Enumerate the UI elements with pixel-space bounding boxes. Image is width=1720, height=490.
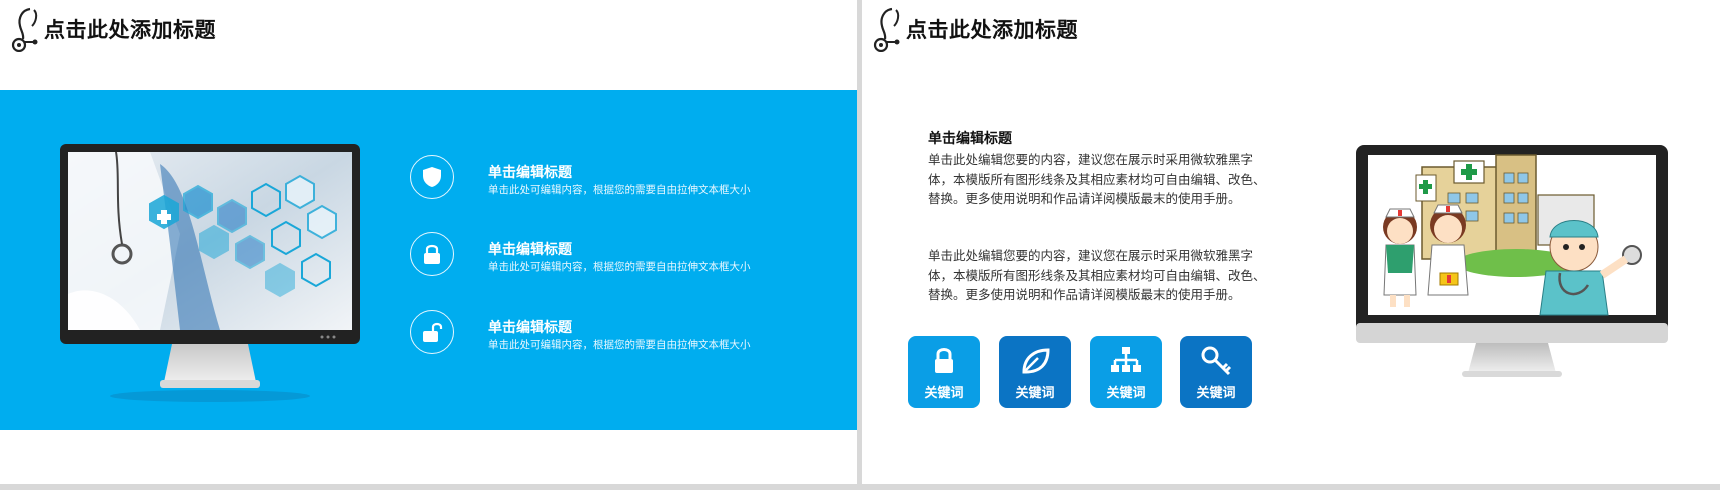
slide-right: 点击此处添加标题 单击编辑标题 单击此处编辑您要的内容，建议您在展示时采用微软雅… [862, 0, 1720, 484]
key-icon [1201, 346, 1232, 376]
lock-icon [935, 348, 953, 373]
stethoscope-icon [873, 7, 900, 52]
keyword-label: 关键词 [1196, 386, 1236, 401]
keyword-label: 关键词 [1106, 386, 1146, 401]
feature-title[interactable]: 单击编辑标题 [488, 317, 572, 337]
feature-icon-circle [410, 232, 454, 276]
feature-desc[interactable]: 单击此处可编辑内容，根据您的需要自由拉伸文本框大小 [488, 182, 751, 197]
stethoscope-icon [11, 7, 38, 52]
feature-item-1[interactable]: 单击编辑标题 单击此处可编辑内容，根据您的需要自由拉伸文本框大小 [410, 155, 830, 205]
slide-title[interactable]: 点击此处添加标题 [44, 14, 216, 44]
text-title[interactable]: 单击编辑标题 [928, 128, 1012, 148]
keyword-tile-4[interactable]: 关键词 [1180, 336, 1252, 408]
feature-desc[interactable]: 单击此处可编辑内容，根据您的需要自由拉伸文本框大小 [488, 259, 751, 274]
keyword-tile-1[interactable]: 关键词 [908, 336, 980, 408]
org-chart-icon [1111, 347, 1141, 372]
lock-icon [424, 244, 440, 264]
feature-item-2[interactable]: 单击编辑标题 单击此处可编辑内容，根据您的需要自由拉伸文本框大小 [410, 232, 830, 282]
unlock-icon [423, 322, 443, 342]
feature-item-3[interactable]: 单击编辑标题 单击此处可编辑内容，根据您的需要自由拉伸文本框大小 [410, 310, 830, 360]
paragraph-1[interactable]: 单击此处编辑您要的内容，建议您在展示时采用微软雅黑字体，本模版所有图形线条及其相… [928, 150, 1268, 209]
feature-icon-circle [410, 310, 454, 354]
feature-icon-circle [410, 155, 454, 199]
feature-desc[interactable]: 单击此处可编辑内容，根据您的需要自由拉伸文本框大小 [488, 337, 751, 352]
slide-title[interactable]: 点击此处添加标题 [906, 14, 1078, 44]
feature-title[interactable]: 单击编辑标题 [488, 239, 572, 259]
keyword-tile-3[interactable]: 关键词 [1090, 336, 1162, 408]
keyword-tile-2[interactable]: 关键词 [999, 336, 1071, 408]
keyword-label: 关键词 [924, 386, 964, 401]
shield-icon [423, 167, 441, 187]
monitor-cartoon-image [1356, 145, 1668, 377]
slide-left: 点击此处添加标题 单击编辑标题 单击此处可编辑内容，根据您的需要自由拉伸文本框大… [0, 0, 857, 484]
paragraph-2[interactable]: 单击此处编辑您要的内容，建议您在展示时采用微软雅黑字体，本模版所有图形线条及其相… [928, 246, 1268, 305]
leaf-icon [1022, 348, 1050, 374]
monitor-image [60, 144, 360, 402]
feature-title[interactable]: 单击编辑标题 [488, 162, 572, 182]
keyword-label: 关键词 [1015, 386, 1055, 401]
